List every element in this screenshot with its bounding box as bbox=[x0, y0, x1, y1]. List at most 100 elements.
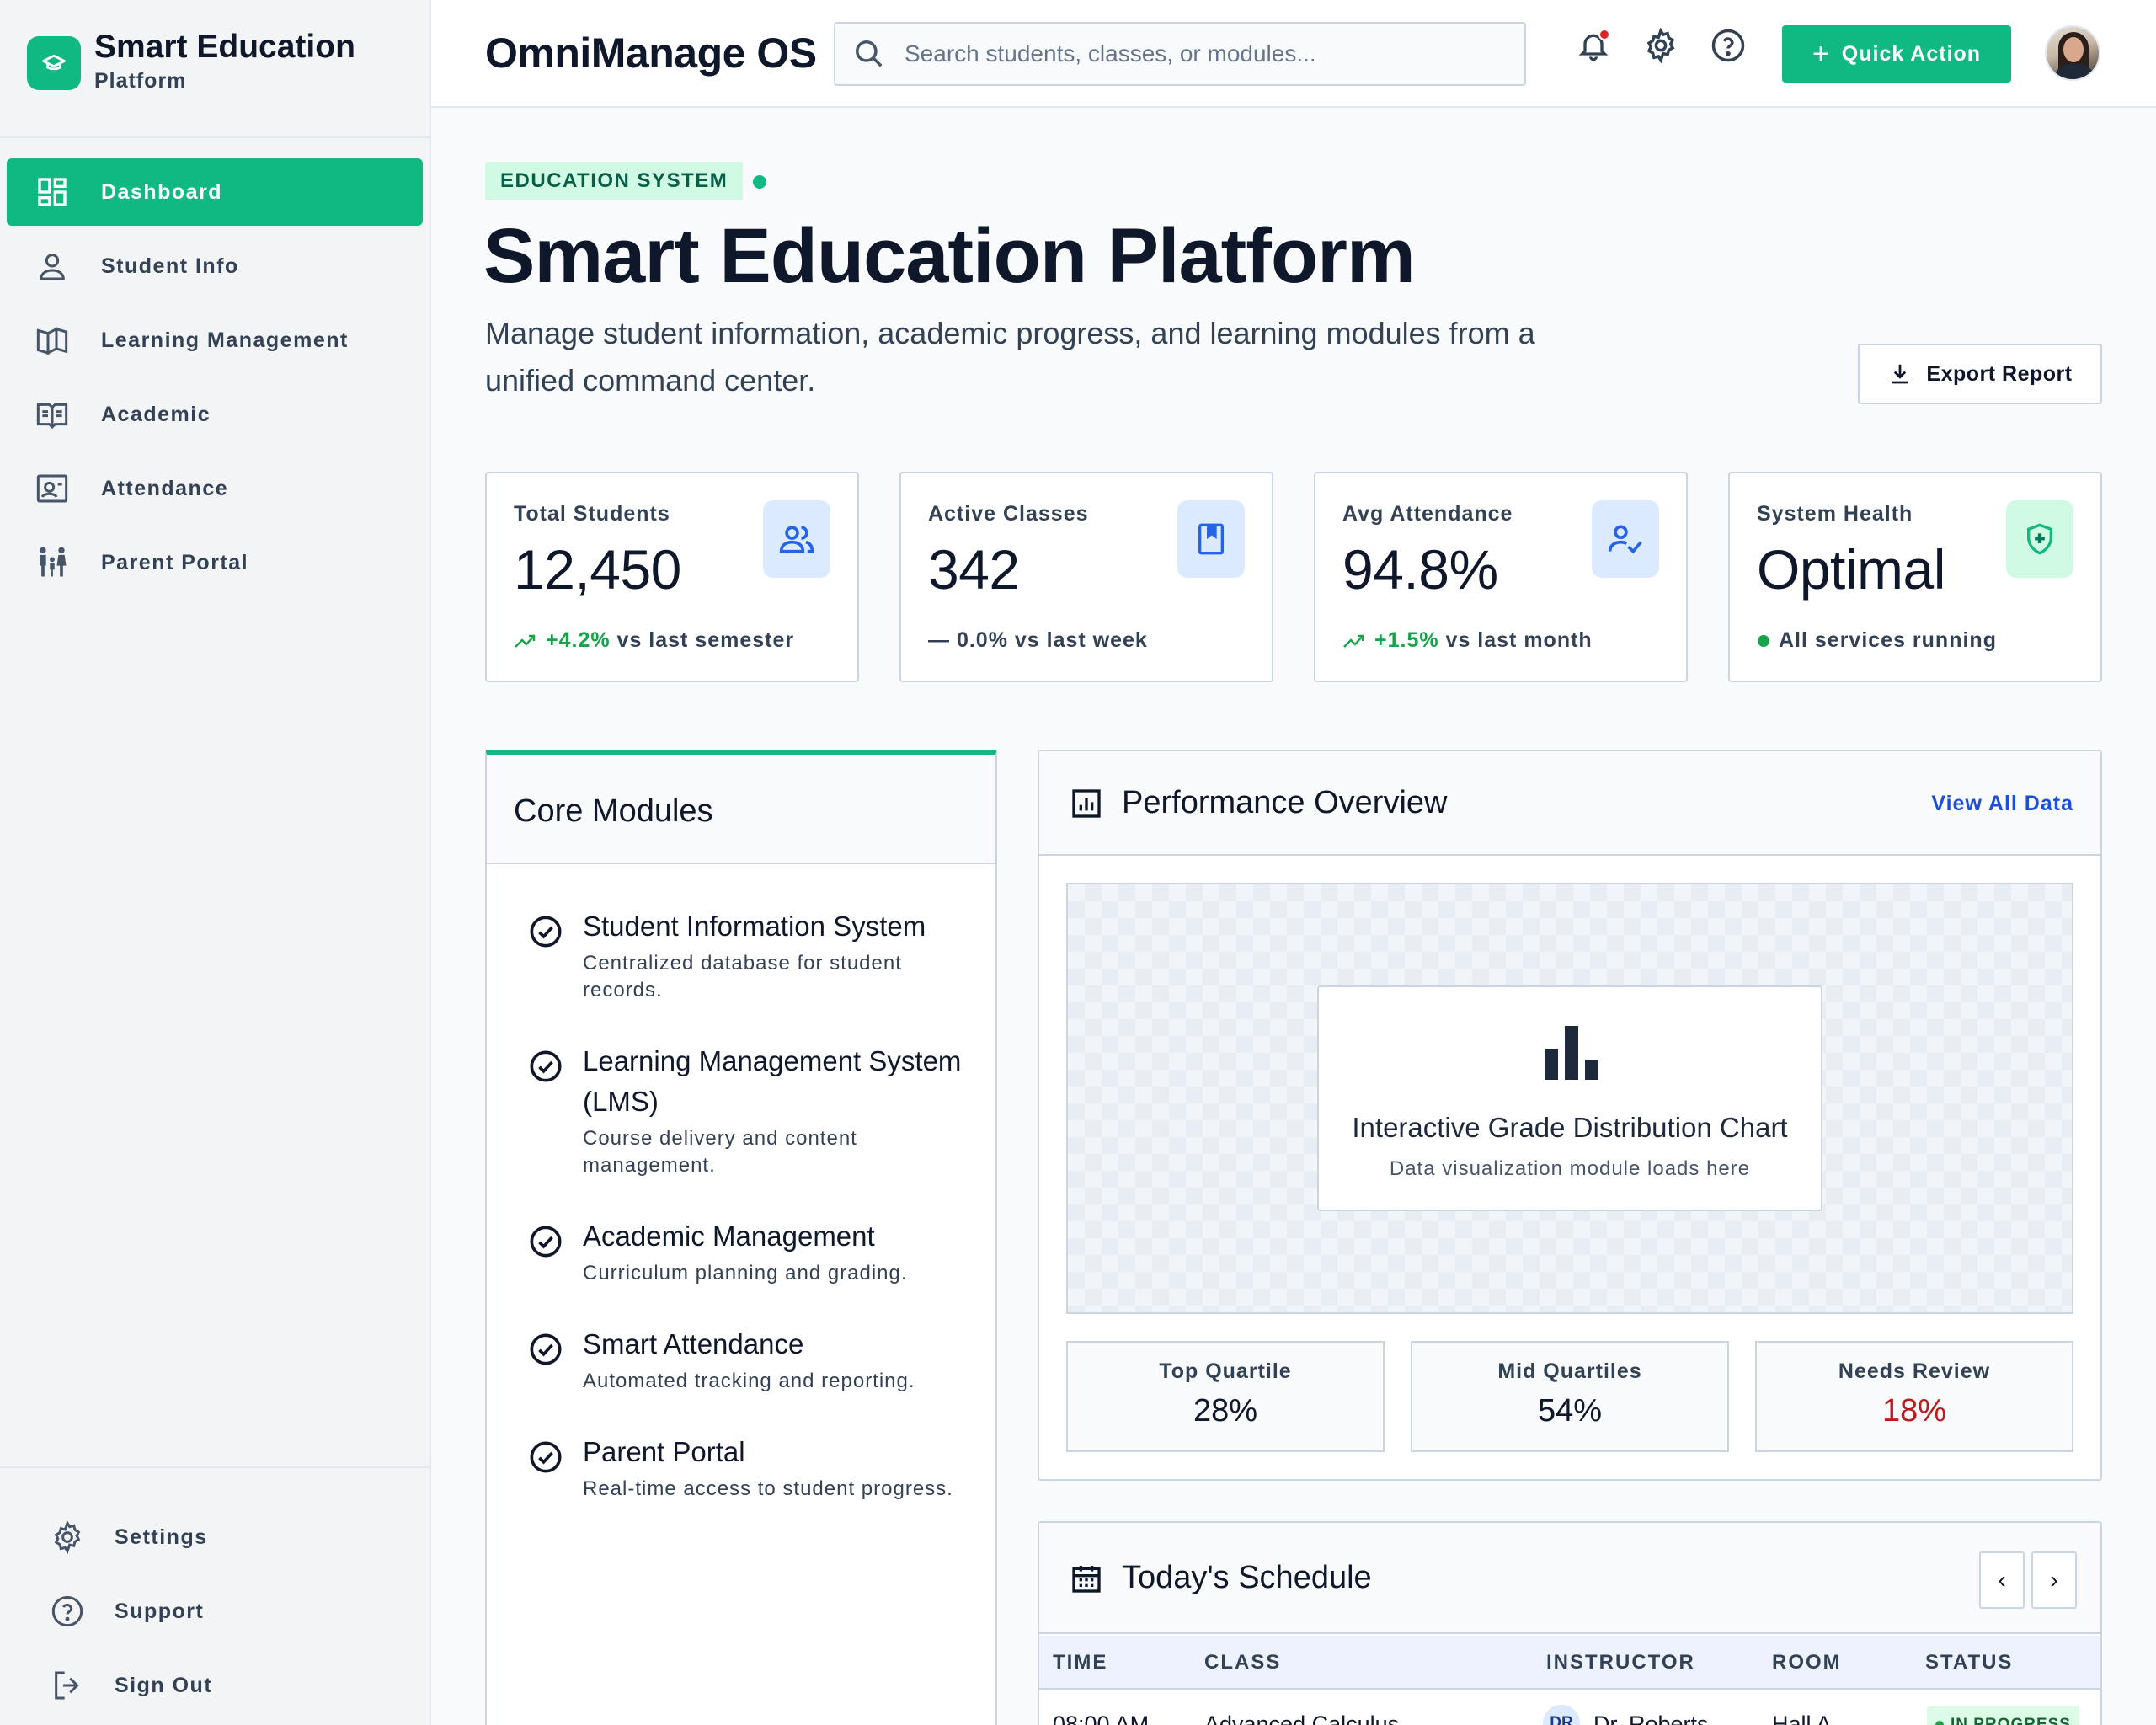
help-icon bbox=[47, 1591, 88, 1632]
stat-value: 94.8% bbox=[1342, 538, 1498, 601]
trend-up-icon bbox=[514, 633, 537, 649]
chart-placeholder-subtitle: Data visualization module loads here bbox=[1389, 1157, 1751, 1180]
stat-trend: All services running bbox=[1757, 628, 1997, 653]
dashboard-icon bbox=[32, 172, 72, 212]
user-avatar[interactable] bbox=[2045, 25, 2100, 81]
sidebar-item-learning-management[interactable]: Learning Management bbox=[7, 307, 423, 374]
sidebar-item-academic[interactable]: Academic bbox=[7, 381, 423, 448]
chart-placeholder[interactable]: Interactive Grade Distribution Chart Dat… bbox=[1066, 883, 2073, 1314]
stat-value: 342 bbox=[928, 538, 1020, 601]
schedule-title: Today's Schedule bbox=[1122, 1560, 1372, 1595]
schedule-prev-button[interactable]: ‹ bbox=[1979, 1551, 2025, 1609]
schedule-next-button[interactable]: › bbox=[2031, 1551, 2077, 1609]
brand: Smart Education Platform bbox=[0, 0, 430, 138]
export-report-button[interactable]: Export Report bbox=[1858, 344, 2102, 404]
quartile-mid: Mid Quartiles 54% bbox=[1411, 1341, 1729, 1452]
check-circle-icon bbox=[529, 1049, 563, 1083]
status-dot bbox=[753, 175, 766, 189]
sidebar-item-dashboard[interactable]: Dashboard bbox=[7, 158, 423, 226]
search-input[interactable] bbox=[905, 40, 1511, 67]
quartile-label: Needs Review bbox=[1838, 1359, 1991, 1383]
sidebar-item-settings[interactable]: Settings bbox=[34, 1517, 208, 1557]
module-title: Parent Portal bbox=[583, 1436, 745, 1467]
check-circle-icon bbox=[529, 1440, 563, 1474]
module-title: Academic Management bbox=[583, 1220, 875, 1252]
cell-room: Hall A bbox=[1772, 1712, 1832, 1725]
module-description: Automated tracking and reporting. bbox=[583, 1370, 915, 1392]
stat-delta: — 0.0% bbox=[928, 628, 1008, 652]
bar-chart-icon bbox=[1543, 1026, 1600, 1080]
gear-icon bbox=[47, 1517, 88, 1557]
notification-button[interactable] bbox=[1572, 25, 1615, 69]
schedule-header: Today's Schedule ‹ › bbox=[1039, 1523, 2100, 1634]
sidebar-item-label: Parent Portal bbox=[101, 550, 249, 574]
stat-suffix: vs last month bbox=[1445, 628, 1593, 652]
plus-icon: + bbox=[1812, 37, 1830, 70]
core-modules-panel: Core Modules Student Information System … bbox=[485, 750, 997, 1725]
settings-button[interactable] bbox=[1639, 25, 1683, 69]
status-badge: IN PROGRESS bbox=[1927, 1706, 2079, 1725]
family-icon bbox=[32, 542, 72, 583]
module-description: Real-time access to student progress. bbox=[583, 1477, 953, 1500]
sidebar: Smart Education Platform Dashboard Stude… bbox=[0, 0, 431, 1725]
stat-label: System Health bbox=[1757, 502, 1913, 526]
sidebar-item-label: Student Info bbox=[101, 254, 239, 278]
performance-title: Performance Overview bbox=[1122, 785, 1448, 820]
sidebar-footer: Settings Support Sign Out bbox=[0, 1466, 430, 1725]
module-title: Smart Attendance bbox=[583, 1328, 804, 1359]
stat-card-system-health: System Health Optimal All services runni… bbox=[1728, 472, 2102, 682]
logout-icon bbox=[47, 1665, 88, 1706]
stat-card-total-students: Total Students 12,450 +4.2% vs last seme… bbox=[485, 472, 859, 682]
check-circle-icon bbox=[529, 1332, 563, 1366]
sidebar-item-label: Sign Out bbox=[115, 1673, 213, 1697]
core-modules-title: Core Modules bbox=[514, 793, 713, 829]
quartile-label: Mid Quartiles bbox=[1497, 1359, 1642, 1383]
stat-label: Avg Attendance bbox=[1342, 502, 1513, 526]
shield-plus-icon bbox=[2006, 500, 2073, 578]
core-modules-header: Core Modules bbox=[487, 755, 995, 864]
stat-suffix: vs last semester bbox=[616, 628, 795, 652]
sidebar-item-attendance[interactable]: Attendance bbox=[7, 455, 423, 522]
schedule-panel: Today's Schedule ‹ › TIME CLASS INSTRUCT… bbox=[1038, 1521, 2102, 1725]
page-title: Smart Education Platform bbox=[483, 213, 1416, 299]
stat-suffix: vs last week bbox=[1014, 628, 1148, 652]
page-description: Manage student information, academic pro… bbox=[485, 316, 1535, 398]
chevron-right-icon: › bbox=[2050, 1567, 2058, 1593]
view-all-data-link[interactable]: View All Data bbox=[1931, 792, 2073, 816]
module-description: Course delivery and content management. bbox=[583, 1127, 857, 1177]
schedule-table-header: TIME CLASS INSTRUCTOR ROOM STATUS bbox=[1039, 1636, 2100, 1690]
module-title: Learning Management System (LMS) bbox=[583, 1045, 962, 1117]
download-icon bbox=[1887, 361, 1913, 387]
cell-time: 08:00 AM bbox=[1053, 1712, 1150, 1725]
id-card-icon bbox=[32, 468, 72, 509]
book-icon bbox=[32, 394, 72, 435]
stat-suffix: All services running bbox=[1779, 628, 1997, 652]
sidebar-item-label: Academic bbox=[101, 402, 211, 426]
quick-action-button[interactable]: + Quick Action bbox=[1782, 25, 2011, 83]
quartile-label: Top Quartile bbox=[1159, 1359, 1292, 1383]
stat-label: Active Classes bbox=[928, 502, 1089, 526]
cell-instructor: Dr. Roberts bbox=[1593, 1712, 1709, 1725]
chart-placeholder-title: Interactive Grade Distribution Chart bbox=[1352, 1112, 1788, 1143]
stat-delta: +4.2% bbox=[546, 628, 611, 652]
sidebar-item-student-info[interactable]: Student Info bbox=[7, 232, 423, 300]
sidebar-item-support[interactable]: Support bbox=[34, 1591, 204, 1632]
stat-trend: +1.5% vs last month bbox=[1342, 628, 1593, 653]
help-button[interactable] bbox=[1706, 25, 1750, 69]
stat-card-active-classes: Active Classes 342 — 0.0% vs last week bbox=[899, 472, 1273, 682]
performance-header: Performance Overview View All Data bbox=[1039, 751, 2100, 856]
sidebar-item-label: Settings bbox=[115, 1525, 208, 1549]
gear-icon bbox=[1643, 26, 1678, 67]
status-ok-dot bbox=[1757, 634, 1770, 648]
quartile-needs-review: Needs Review 18% bbox=[1755, 1341, 2073, 1452]
sidebar-item-sign-out[interactable]: Sign Out bbox=[34, 1665, 212, 1706]
module-title: Student Information System bbox=[583, 911, 926, 942]
topbar: OmniManage OS + Quick Action bbox=[431, 0, 2156, 108]
stat-trend: +4.2% vs last semester bbox=[514, 628, 794, 653]
search-box[interactable] bbox=[834, 22, 1526, 86]
column-header-status: STATUS bbox=[1925, 1651, 2014, 1674]
stat-trend: — 0.0% vs last week bbox=[928, 628, 1148, 653]
chevron-left-icon: ‹ bbox=[1998, 1567, 2006, 1593]
sidebar-item-parent-portal[interactable]: Parent Portal bbox=[7, 529, 423, 596]
brand-subtitle: Platform bbox=[94, 69, 187, 93]
